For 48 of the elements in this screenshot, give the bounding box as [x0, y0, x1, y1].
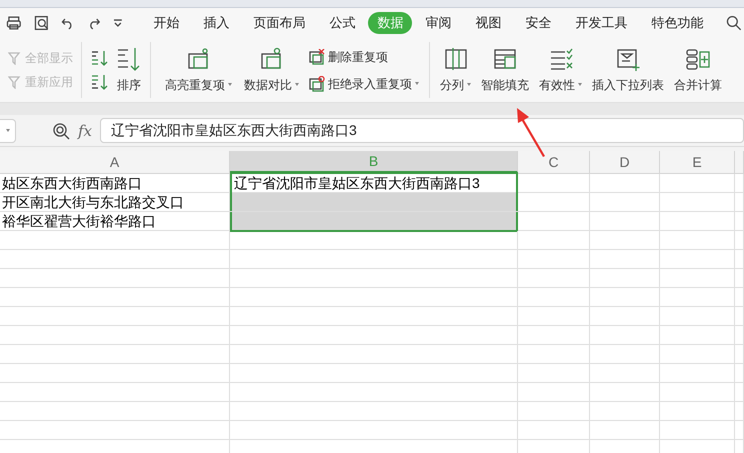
- column-header[interactable]: D: [590, 151, 660, 173]
- ribbon-tab[interactable]: 安全: [514, 12, 562, 34]
- cell[interactable]: [230, 193, 518, 211]
- dropdown-list-icon: [615, 46, 641, 70]
- ribbon-tab[interactable]: 开发工具: [564, 12, 638, 34]
- dropdown-caret-icon: [295, 83, 299, 86]
- ribbon-tab[interactable]: 插入: [192, 12, 240, 34]
- filter-icon: [8, 51, 22, 65]
- zoom-icon[interactable]: [52, 122, 70, 140]
- print-preview-icon[interactable]: [34, 15, 50, 31]
- split-columns-icon: [442, 46, 468, 70]
- ribbon-button[interactable]: 高亮重复项: [161, 38, 236, 102]
- dropdown-caret-icon: [467, 83, 471, 86]
- ribbon-tab[interactable]: 特色功能: [640, 12, 714, 34]
- dropdown-caret-icon: [578, 83, 582, 86]
- ribbon-button[interactable]: 智能填充: [477, 38, 533, 102]
- ribbon-tab[interactable]: 视图: [464, 12, 512, 34]
- filter-icon: [8, 75, 22, 89]
- cell[interactable]: 姑区东西大街西南路口: [0, 174, 230, 192]
- ribbon-tab[interactable]: 公式: [318, 12, 366, 34]
- column-header[interactable]: E: [660, 151, 735, 173]
- formula-input[interactable]: 辽宁省沈阳市皇姑区东西大街西南路口3: [100, 118, 744, 143]
- cell[interactable]: [230, 212, 518, 232]
- ribbon-button[interactable]: 拒绝录入重复项: [309, 74, 419, 92]
- search-icon[interactable]: [726, 15, 742, 31]
- ribbon-button[interactable]: 合并计算: [670, 38, 726, 102]
- sort-icon: [116, 46, 142, 72]
- consolidate-icon: [685, 46, 711, 70]
- customize-dropdown-icon[interactable]: [112, 19, 122, 27]
- sort-ascending-icon[interactable]: [90, 48, 110, 68]
- remove-duplicates-icon: [309, 48, 325, 64]
- smart-fill-icon: [492, 46, 518, 70]
- sort-descending-icon[interactable]: [90, 72, 110, 92]
- dropdown-caret-icon: [415, 82, 419, 85]
- ribbon-button[interactable]: 数据对比: [240, 38, 303, 102]
- dropdown-caret-icon: [6, 129, 10, 132]
- ribbon-button[interactable]: 插入下拉列表: [588, 38, 668, 102]
- ribbon-button[interactable]: 删除重复项: [309, 48, 419, 66]
- ribbon-tab[interactable]: 页面布局: [242, 12, 316, 34]
- ribbon-button[interactable]: 有效性: [535, 38, 586, 102]
- ribbon-button[interactable]: 分列: [436, 38, 475, 102]
- reject-duplicates-icon: [309, 76, 325, 92]
- ribbon-tab[interactable]: 审阅: [414, 12, 462, 34]
- sort-button[interactable]: 排序: [116, 46, 142, 94]
- insert-function-button[interactable]: fx: [78, 120, 92, 140]
- ribbon-tab[interactable]: 开始: [142, 12, 190, 34]
- print-icon[interactable]: [6, 15, 22, 31]
- dropdown-caret-icon: [228, 83, 232, 86]
